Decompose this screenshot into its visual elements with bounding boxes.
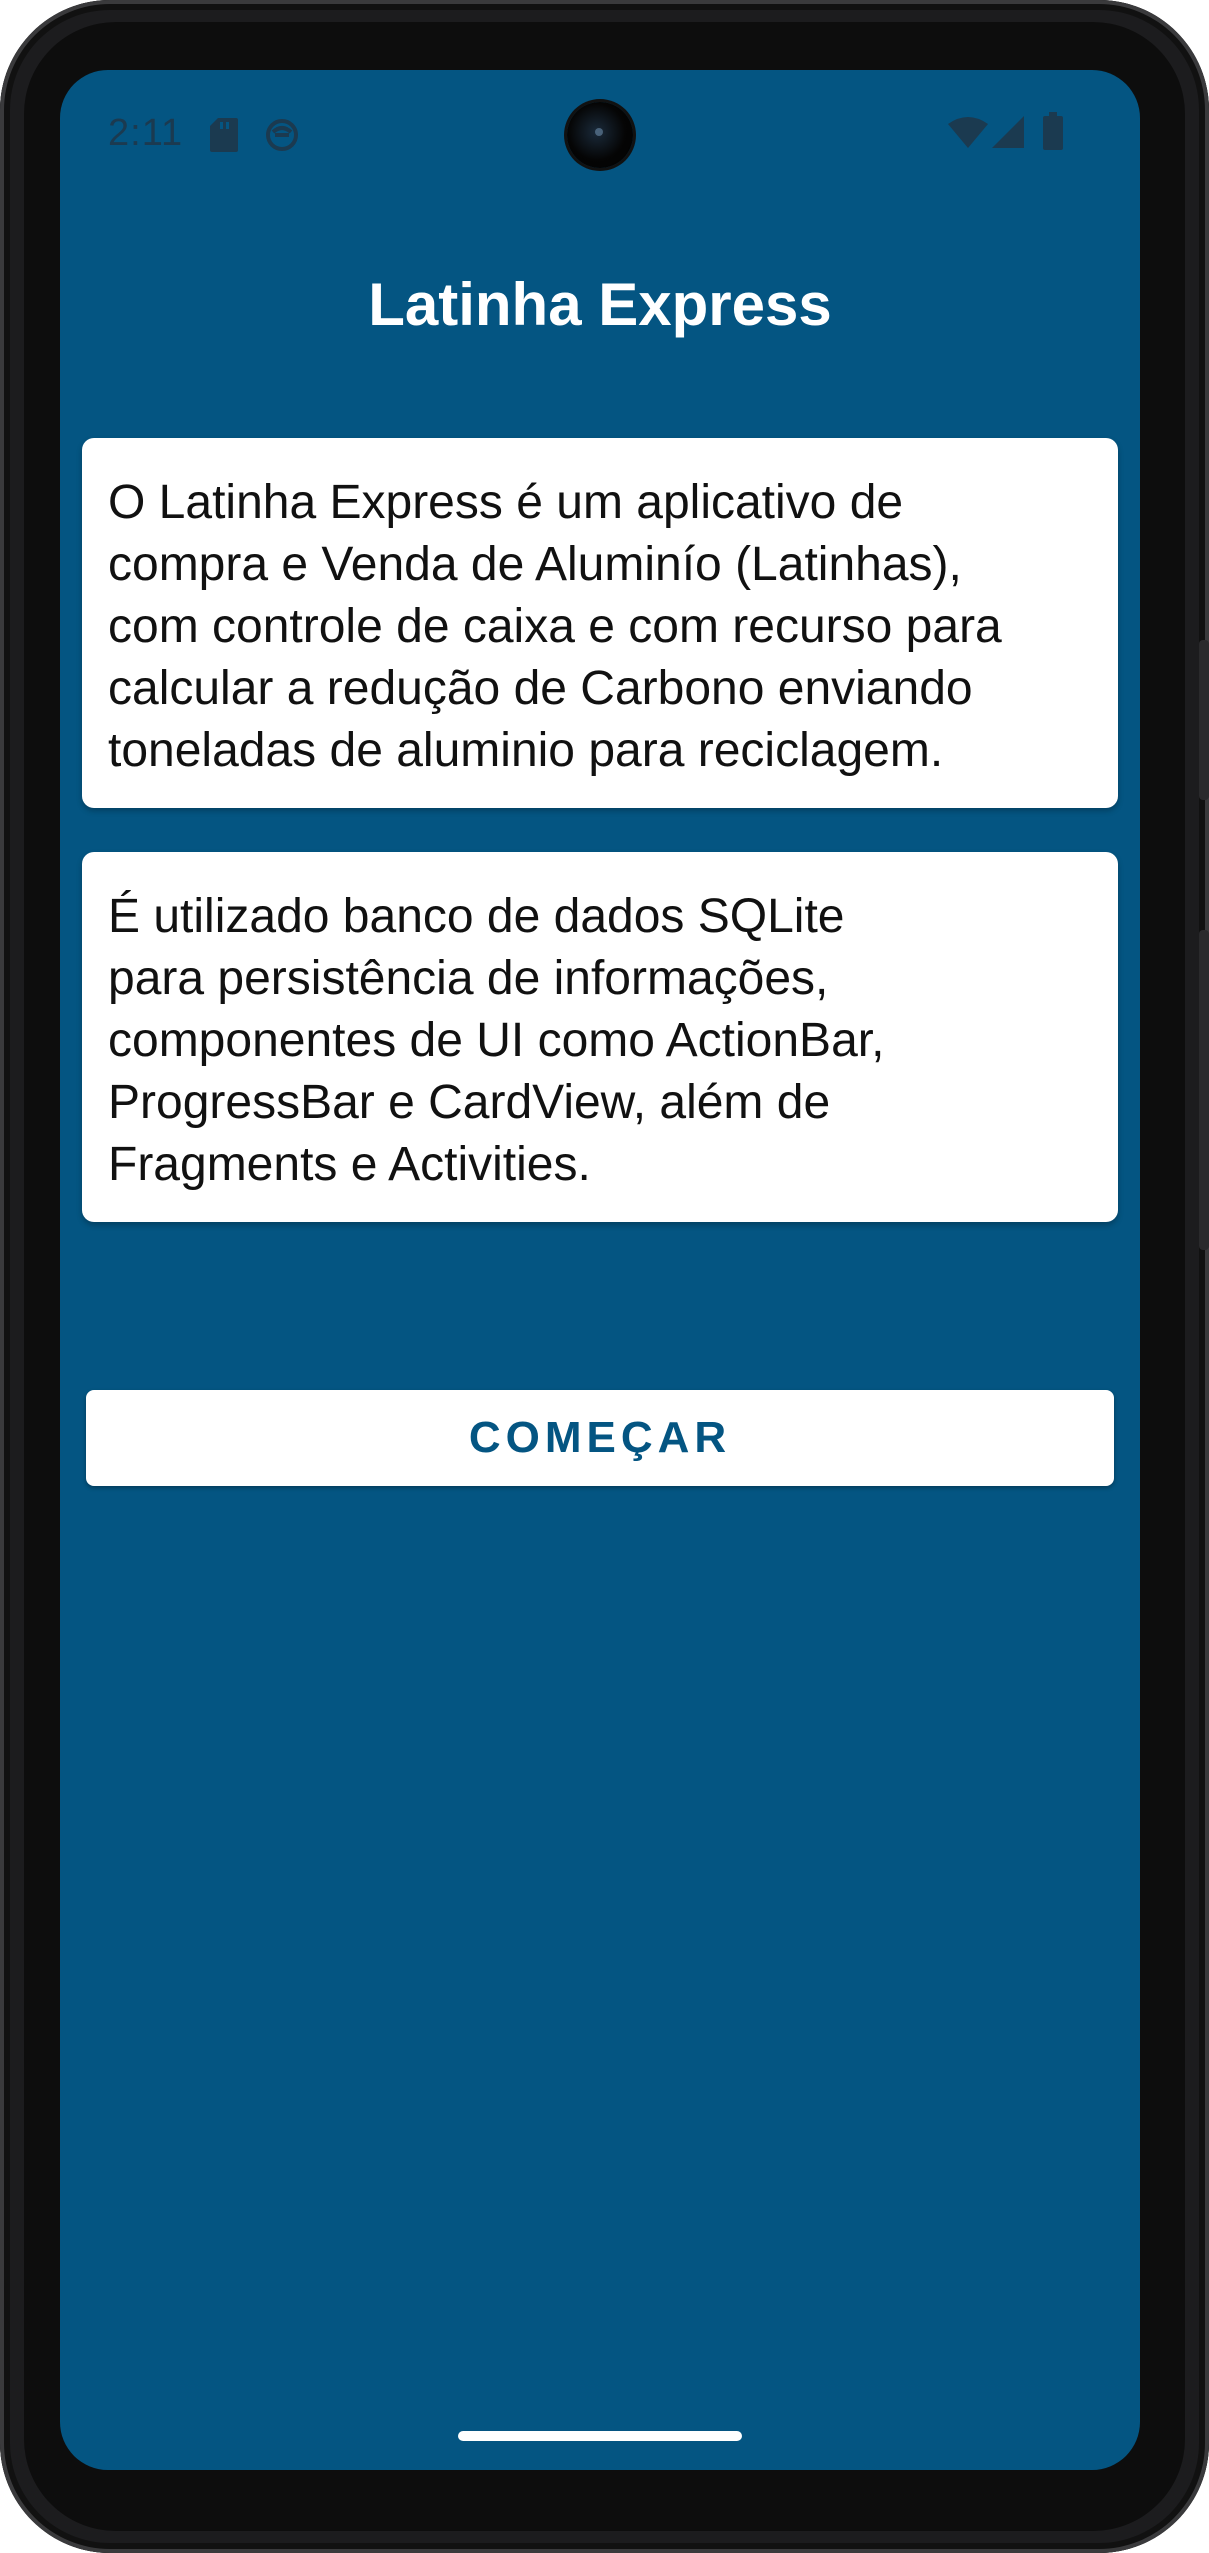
start-button[interactable]: COMEÇAR (86, 1390, 1114, 1486)
tech-info-card: É utilizado banco de dados SQLite para p… (82, 852, 1118, 1222)
home-indicator[interactable] (458, 2431, 742, 2441)
status-time: 2:11 (108, 112, 184, 154)
signal-icon (992, 116, 1024, 153)
status-bar: 2:11 (60, 70, 1140, 200)
power-button (1199, 640, 1209, 800)
wifi-icon (948, 116, 988, 153)
app-notification-icon (265, 118, 299, 157)
app-screen: 2:11 Latinha Express O Latinha Express é… (60, 70, 1140, 2470)
tech-info-text: É utilizado banco de dados SQLite para p… (108, 890, 885, 1191)
front-camera (567, 102, 633, 168)
sd-card-icon (210, 118, 238, 157)
description-card: O Latinha Express é um aplicativo de com… (82, 438, 1118, 808)
battery-icon (1043, 112, 1063, 155)
volume-button (1199, 930, 1209, 1250)
description-text: O Latinha Express é um aplicativo de com… (108, 476, 1002, 777)
page-title: Latinha Express (368, 271, 832, 338)
phone-frame: 2:11 Latinha Express O Latinha Express é… (0, 0, 1209, 2553)
